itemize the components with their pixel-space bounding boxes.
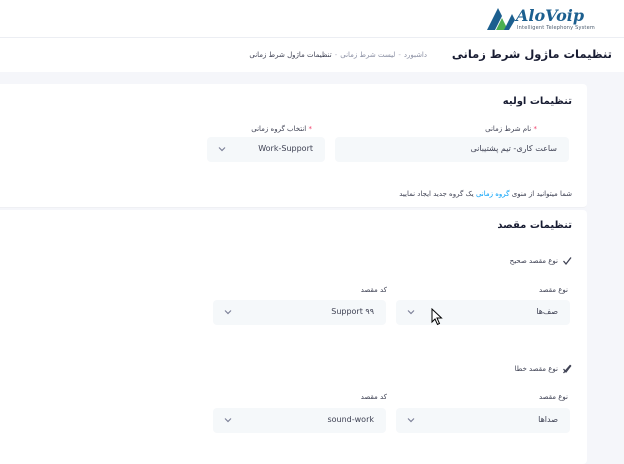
time-group-hint: شما میتوانید از منوی گروه زمانی یک گروه … (399, 190, 572, 198)
time-group-select[interactable]: Work-Support (207, 137, 325, 162)
name-field-label: * نام شرط زمانی (485, 125, 537, 133)
chevron-down-icon (224, 418, 232, 423)
error-destination-check[interactable]: نوع مقصد خطا (515, 364, 572, 374)
group-field-label: * انتخاب گروه زمانی (251, 125, 312, 133)
correct-destination-code-select[interactable]: Support ۹۹ (213, 300, 386, 325)
destination-settings-title: تنظیمات مقصد (497, 220, 572, 231)
page-title: تنظیمات ماژول شرط زمانی (451, 47, 612, 61)
logo-mark-icon (487, 8, 515, 30)
destination-settings-card: تنظیمات مقصد نوع مقصد صحیح نوع مقصد صف‌ه… (0, 210, 587, 464)
breadcrumb-dashboard[interactable]: داشبورد (404, 51, 427, 59)
chevron-down-icon (218, 147, 226, 152)
chevron-down-icon (407, 310, 415, 315)
error-destination-type-select[interactable]: صداها (396, 408, 570, 433)
correct-code-label: کد مقصد (360, 286, 387, 294)
basic-settings-card: تنظیمات اولیه * نام شرط زمانی ساعت کاری-… (0, 84, 587, 208)
error-destination-code-select[interactable]: sound-work (213, 408, 386, 433)
brand-tagline: Intelligent Telephony System (517, 25, 595, 31)
correct-destination-check[interactable]: نوع مقصد صحیح (510, 256, 572, 266)
page-header: تنظیمات ماژول شرط زمانی داشبورد-لیست شرط… (0, 38, 624, 72)
error-type-label: نوع مقصد (538, 393, 568, 401)
breadcrumb-separator: - (398, 51, 401, 59)
correct-type-label: نوع مقصد (538, 286, 568, 294)
top-bar: AloVoip Intelligent Telephony System (0, 0, 624, 38)
time-group-link[interactable]: گروه زمانی (476, 190, 510, 198)
breadcrumb: داشبورد-لیست شرط زمانی-تنظیمات ماژول شرط… (249, 51, 427, 59)
chevron-down-icon (224, 310, 232, 315)
correct-destination-type-select[interactable]: صف‌ها (396, 300, 570, 325)
chevron-down-icon (407, 418, 415, 423)
check-icon (562, 256, 572, 266)
brand-logo[interactable]: AloVoip Intelligent Telephony System (486, 6, 606, 34)
breadcrumb-current: تنظیمات ماژول شرط زمانی (249, 51, 332, 59)
mouse-cursor-icon (431, 308, 443, 326)
breadcrumb-time-condition-list[interactable]: لیست شرط زمانی (340, 51, 395, 59)
basic-settings-title: تنظیمات اولیه (502, 96, 572, 107)
condition-name-input[interactable]: ساعت کاری- تیم پشتیبانی (335, 137, 569, 162)
brand-name: AloVoip (516, 6, 585, 25)
cross-check-icon (562, 364, 572, 374)
error-code-label: کد مقصد (360, 393, 387, 401)
breadcrumb-separator: - (334, 51, 338, 59)
